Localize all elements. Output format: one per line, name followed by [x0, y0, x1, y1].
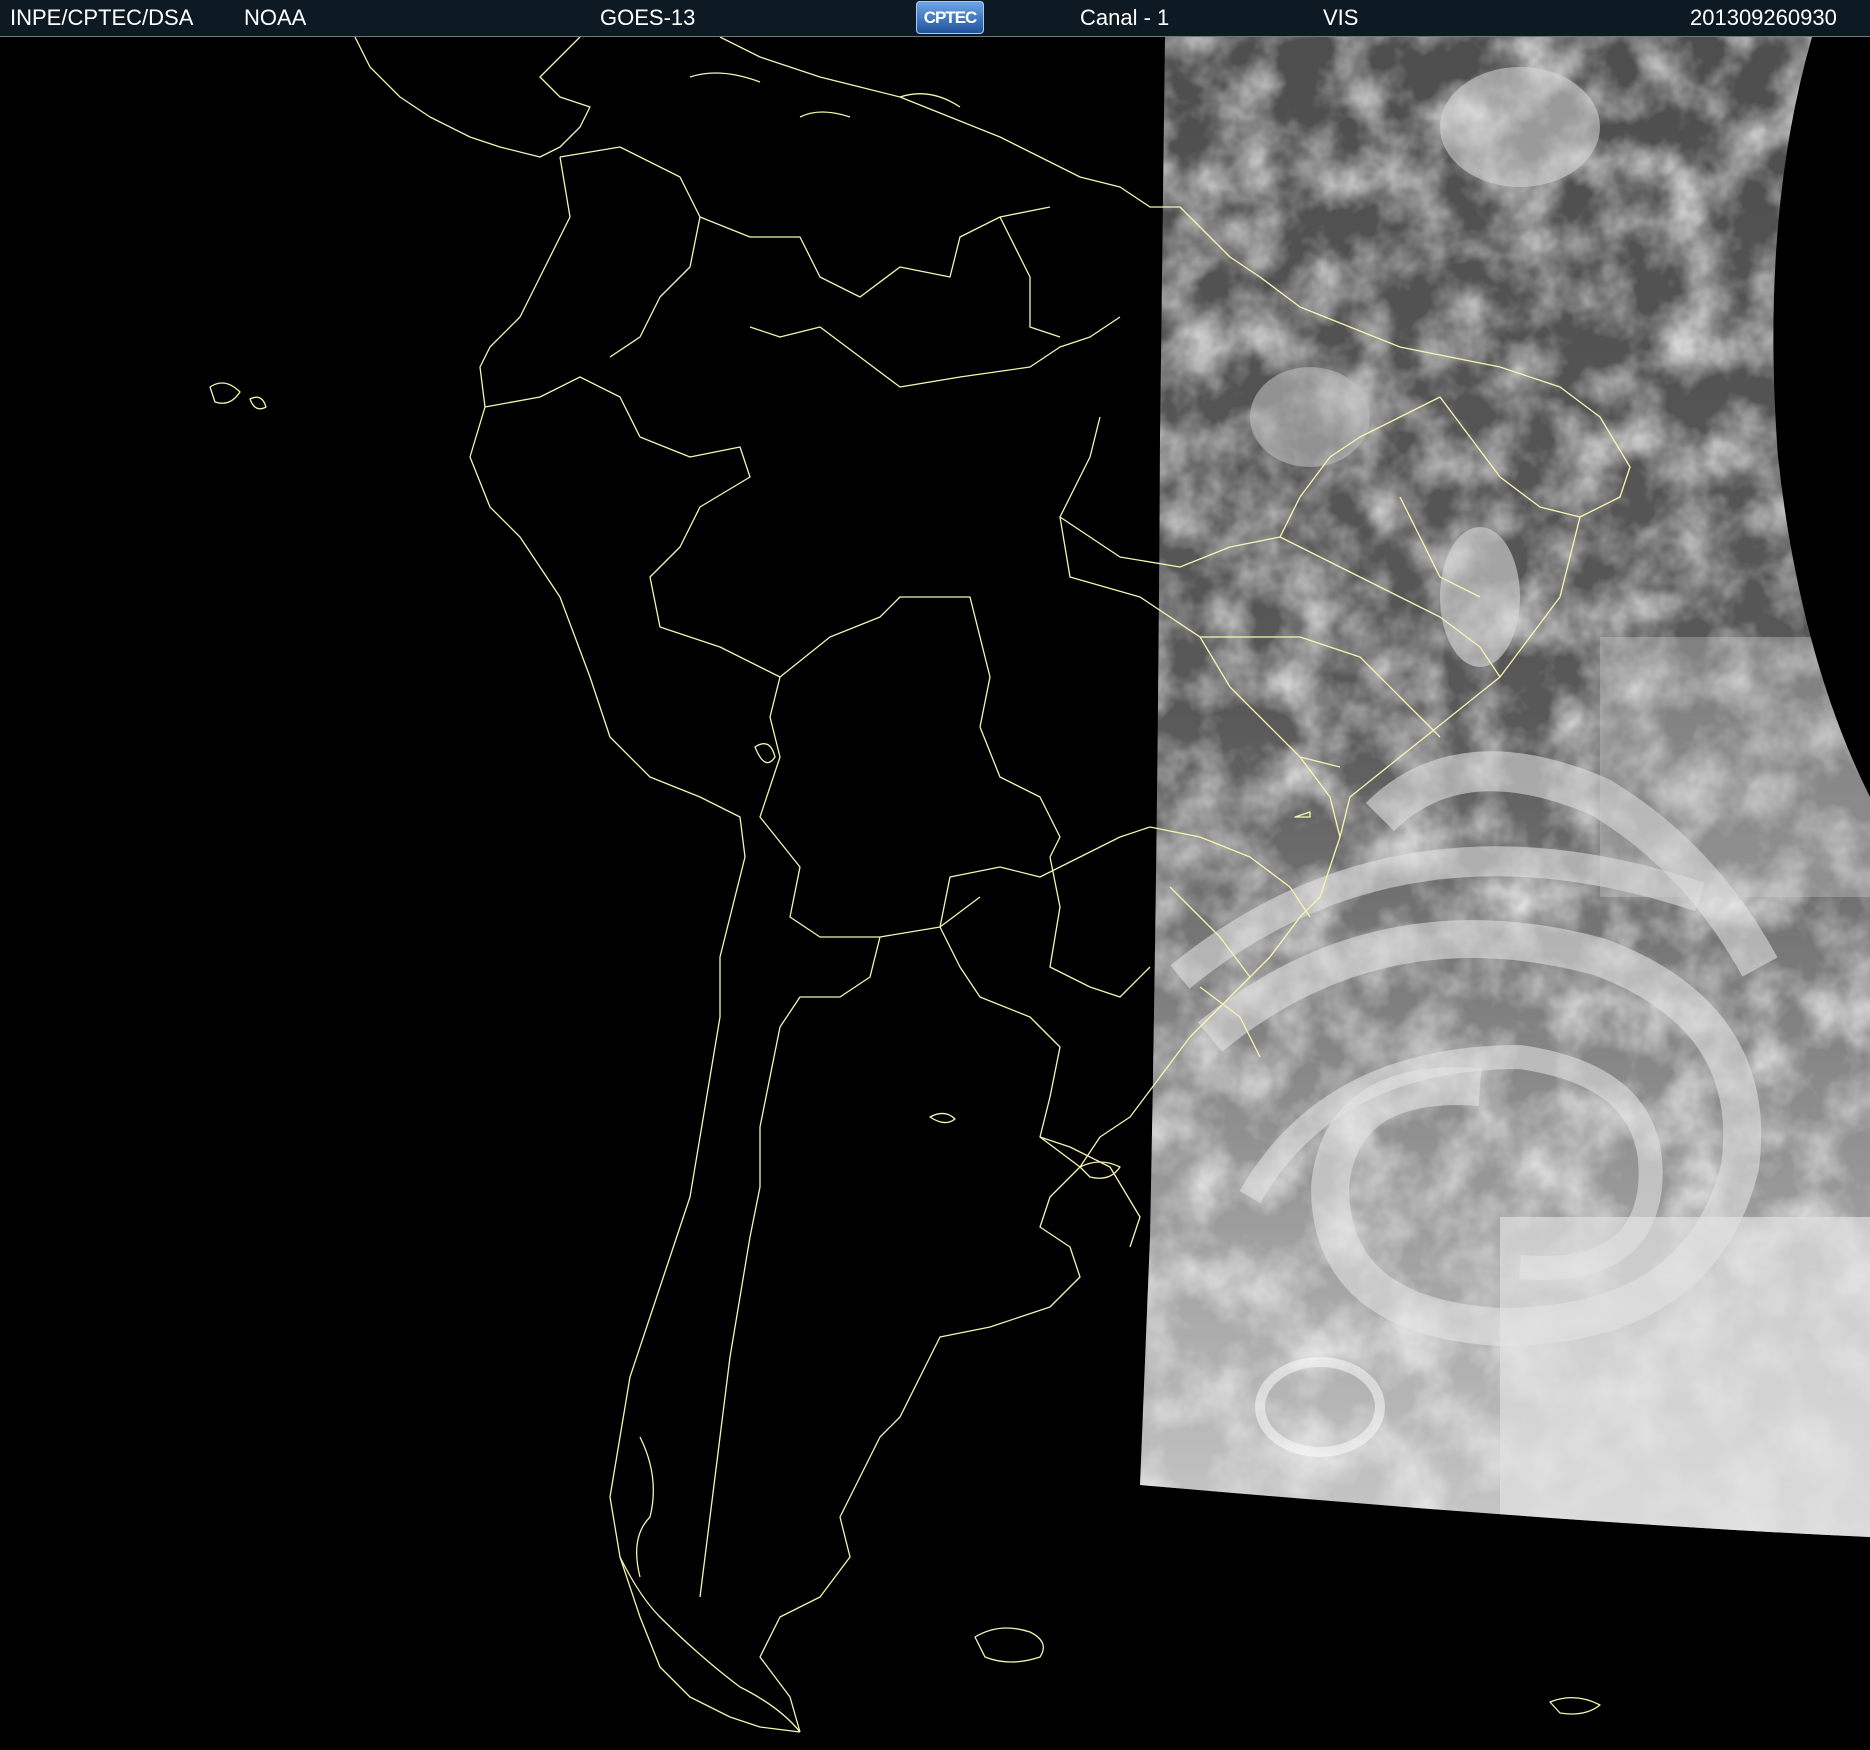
satellite-swath	[1140, 37, 1870, 1537]
header-bar: INPE/CPTEC/DSA NOAA GOES-13 CPTEC Canal …	[0, 0, 1870, 37]
timestamp-label: 201309260930	[1690, 5, 1837, 30]
cptec-logo: CPTEC	[916, 1, 984, 34]
institution-label: INPE/CPTEC/DSA	[10, 5, 194, 30]
satellite-map	[0, 37, 1870, 1750]
logo-text: CPTEC	[923, 8, 978, 27]
satellite-label: GOES-13	[600, 5, 696, 30]
band-label: VIS	[1323, 5, 1359, 30]
map-canvas	[209, 37, 1870, 1733]
channel-label: Canal - 1	[1080, 5, 1170, 30]
agency-label: NOAA	[244, 5, 307, 30]
